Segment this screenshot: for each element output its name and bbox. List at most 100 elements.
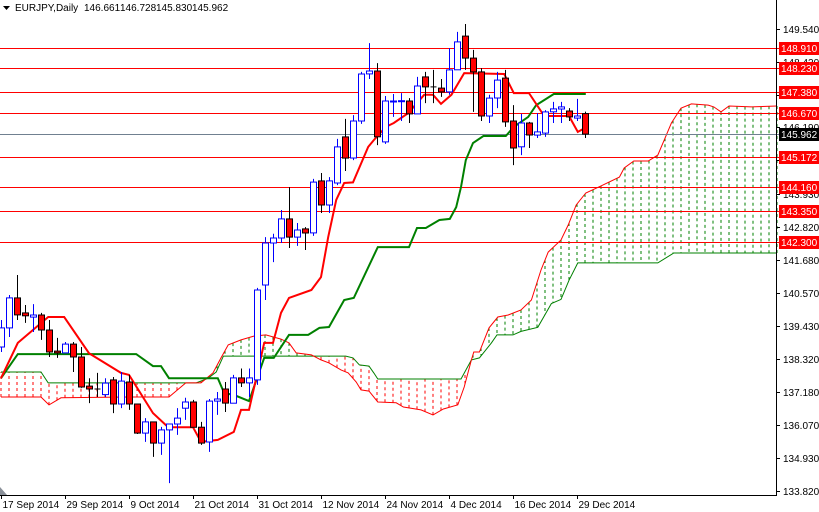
candle [230, 374, 237, 404]
candle [262, 237, 269, 300]
candle-body [38, 314, 45, 331]
time-tick-label: 12 Nov 2014 [323, 500, 380, 511]
candle-body [342, 136, 349, 159]
candle-body [246, 377, 253, 384]
candle-body [558, 106, 565, 110]
candle-body [78, 356, 85, 388]
candle-body [70, 343, 77, 358]
candle [286, 187, 293, 248]
price-tick-label: 142.820 [783, 223, 819, 234]
low-price: 145.830 [156, 3, 193, 14]
candle-body [198, 426, 205, 444]
time-tick-label: 29 Dec 2014 [579, 500, 636, 511]
candle-body [478, 71, 485, 117]
candle [134, 403, 141, 434]
candle [150, 421, 157, 457]
candle [542, 110, 549, 137]
candle [14, 275, 21, 320]
candle-body [62, 343, 69, 354]
candle-body [582, 113, 589, 135]
candle [94, 372, 101, 397]
candle-body [374, 70, 381, 138]
candle-body [486, 97, 493, 117]
close-price: 145.962 [192, 3, 229, 14]
candle [62, 342, 69, 354]
candle-body [534, 131, 541, 136]
candle [414, 76, 421, 115]
candle [102, 378, 109, 397]
price-tick-label: 134.930 [783, 454, 819, 465]
candle [550, 101, 557, 123]
candle [278, 210, 285, 243]
candle [478, 68, 485, 121]
candle [358, 71, 365, 124]
candle-body [174, 417, 181, 425]
ichimoku-cloud [0, 103, 778, 416]
price-tick-label: 138.320 [783, 355, 819, 366]
level-label: 148.910 [781, 44, 818, 55]
candle-body [334, 146, 341, 184]
level-label: 145.172 [781, 153, 818, 164]
time-tick-label: 16 Dec 2014 [515, 500, 572, 511]
candle-body [406, 100, 413, 115]
candle [6, 295, 13, 337]
candle-body [422, 76, 429, 88]
candle [38, 312, 45, 340]
candle-body [222, 388, 229, 404]
price-axis-labels: 149.540148.420147.300146.190145.070143.9… [776, 25, 819, 498]
chart-header: EURJPY,Daily 146.661 146.728 145.830 145… [3, 3, 229, 14]
candle-body [110, 379, 117, 405]
candle [270, 233, 277, 263]
candle-body [134, 403, 141, 434]
time-tick-label: 9 Oct 2014 [131, 500, 180, 511]
candle [254, 287, 261, 385]
price-tick-label: 136.070 [783, 421, 819, 432]
level-label: 144.160 [781, 183, 818, 194]
candle [502, 69, 509, 127]
candle [486, 94, 493, 123]
candle-body [414, 85, 421, 115]
candle-body [6, 297, 13, 329]
level-label: 146.670 [781, 109, 818, 120]
candle-body [550, 108, 557, 113]
candle [350, 115, 357, 161]
candle [182, 397, 189, 420]
candle-body [510, 120, 517, 149]
candle-body [518, 122, 525, 148]
price-tick-label: 141.680 [783, 256, 819, 267]
candle [118, 372, 125, 409]
candle [190, 399, 197, 428]
candle-body [462, 35, 469, 59]
candle-body [214, 398, 221, 402]
candle-body [158, 429, 165, 444]
candle-body [30, 314, 37, 318]
candle-body [358, 73, 365, 122]
symbol-label: EURJPY,Daily [15, 3, 78, 14]
time-tick-label: 24 Nov 2014 [387, 500, 444, 511]
candle-body [278, 218, 285, 239]
candle-body [574, 115, 581, 119]
price-chart[interactable]: 149.540148.420147.300146.190145.070143.9… [0, 0, 819, 512]
high-price: 146.728 [120, 3, 157, 14]
candle [334, 138, 341, 186]
candle [302, 227, 309, 250]
candle [238, 368, 245, 387]
candle [494, 71, 501, 109]
candle-body [382, 100, 389, 143]
candle-body [46, 329, 53, 353]
triangle-down-icon[interactable] [3, 6, 10, 10]
kijun-sen-line [0, 93, 586, 403]
candle [558, 101, 565, 123]
candle-body [294, 229, 301, 238]
candle [214, 392, 221, 415]
candle-body [14, 297, 21, 316]
candle-body [182, 401, 189, 409]
candle [166, 423, 173, 484]
price-tick-label: 149.540 [783, 25, 819, 36]
candle [534, 113, 541, 138]
candle-body [438, 87, 445, 93]
candle-body [166, 423, 173, 431]
chart-shift-marker-icon[interactable] [0, 487, 7, 495]
candle-body [190, 401, 197, 428]
price-tick-label: 139.430 [783, 322, 819, 333]
